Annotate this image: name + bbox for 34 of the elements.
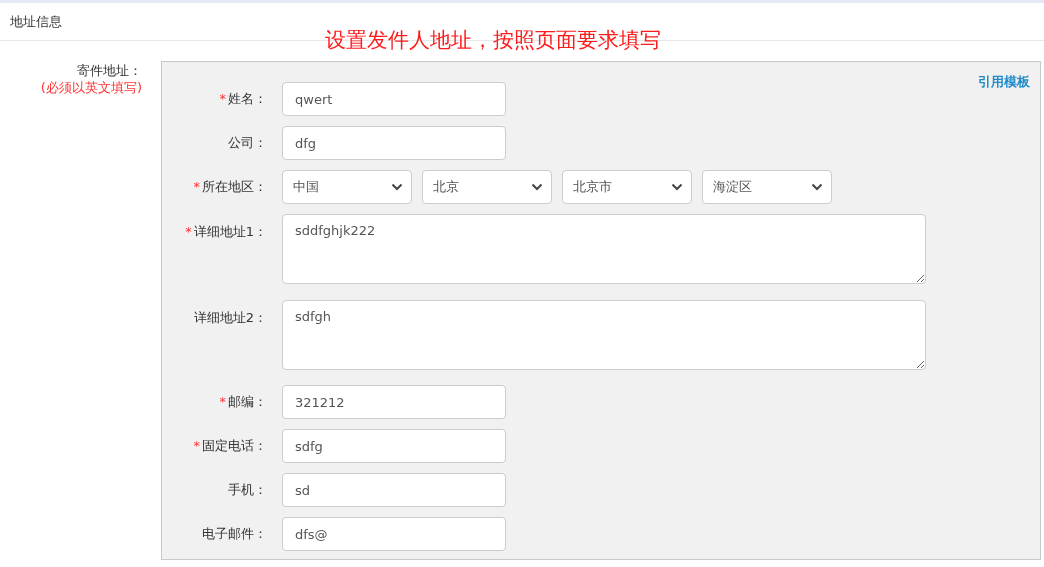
required-asterisk: * [193,437,200,456]
text-field[interactable]: 321212 [282,385,506,419]
text-field[interactable]: sd [282,473,506,507]
sender-address-label: 寄件地址： [77,62,142,79]
required-asterisk: * [219,393,226,412]
text-field[interactable]: dfs@ [282,517,506,551]
text-area[interactable]: sdfgh [282,299,926,370]
required-asterisk: * [193,178,200,197]
field-label: 公司： [228,134,267,153]
field-label: 所在地区： [202,178,267,197]
dropdown-select[interactable]: 中国 [282,170,412,204]
text-field[interactable]: sdfg [282,429,506,463]
field-label: 详细地址1： [193,223,267,241]
required-asterisk: * [185,223,192,241]
dropdown-select[interactable]: 北京市 [562,170,692,204]
text-area[interactable]: sddfghjk222 [282,214,926,284]
section-title: 地址信息 [10,12,62,31]
chevron-down-icon [391,183,403,191]
field-label: 详细地址2： [193,308,267,327]
chevron-down-icon [811,183,823,191]
required-asterisk: * [219,90,226,109]
text-field[interactable]: qwert [282,82,506,116]
annotation-text: 设置发件人地址，按照页面要求填写 [325,27,661,54]
english-note: (必须以英文填写) [40,79,142,96]
field-label: 电子邮件： [202,525,267,544]
dropdown-select[interactable]: 北京 [422,170,552,204]
field-label: 手机： [228,481,267,500]
field-label: 固定电话： [202,437,267,456]
chevron-down-icon [531,183,543,191]
field-label: 邮编： [228,393,267,412]
chevron-down-icon [671,183,683,191]
text-field[interactable]: dfg [282,126,506,160]
field-label: 姓名： [228,90,267,109]
dropdown-select[interactable]: 海淀区 [702,170,832,204]
